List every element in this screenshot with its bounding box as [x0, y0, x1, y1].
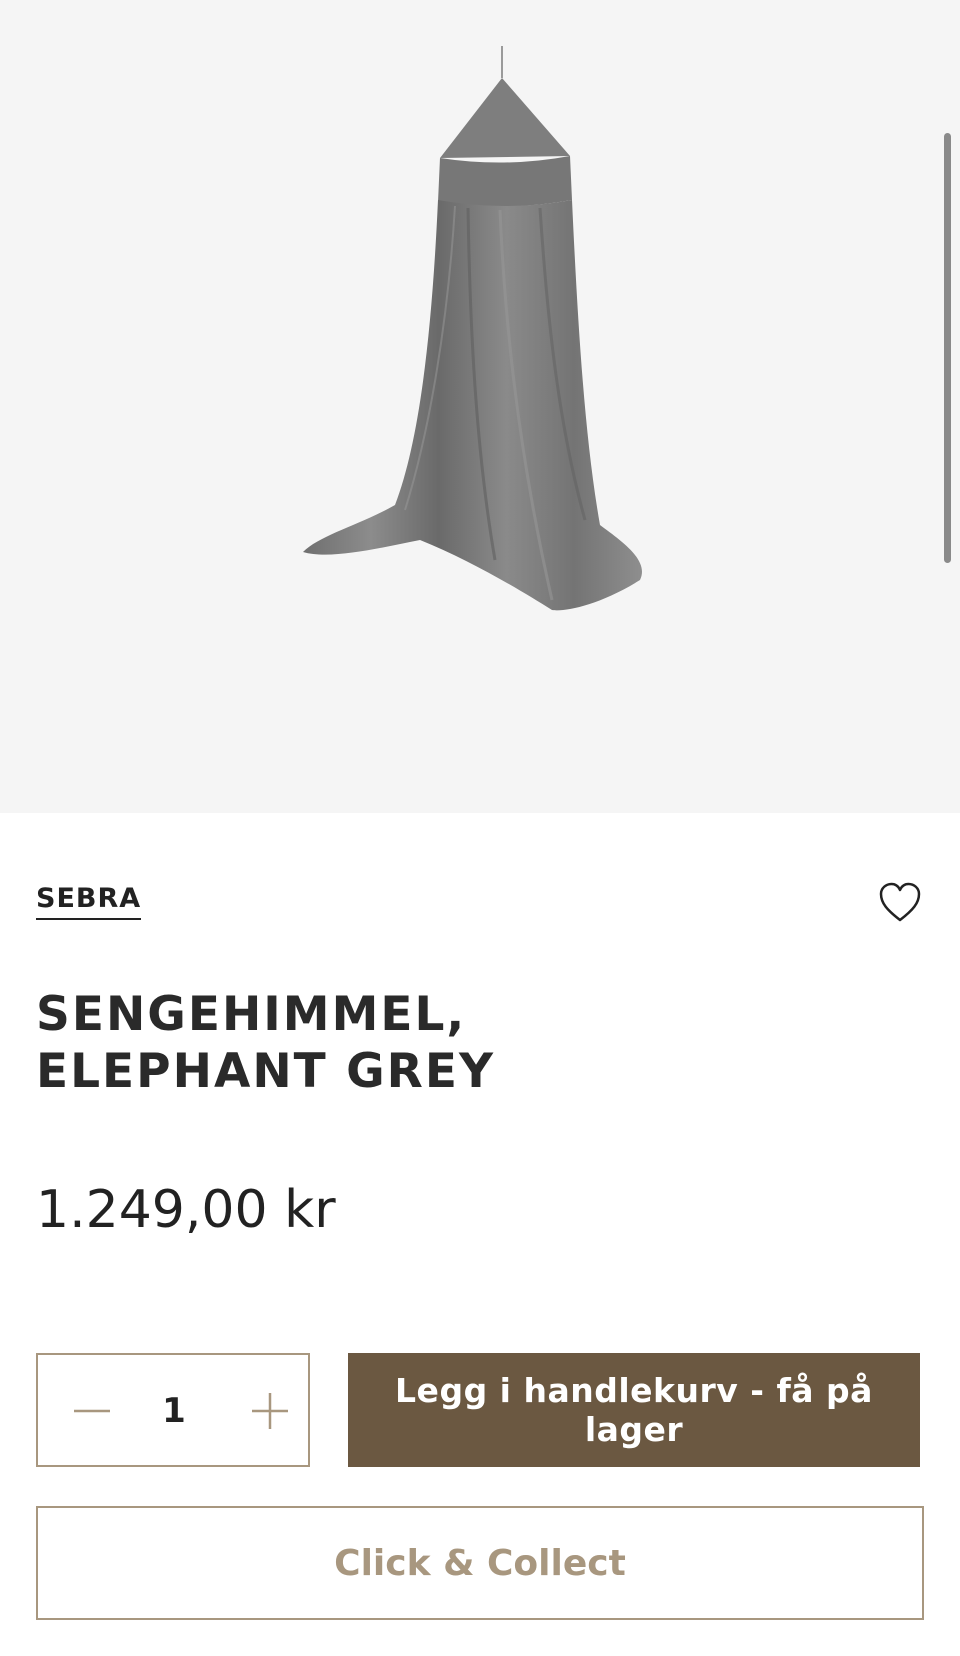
brand-link[interactable]: SEBRA: [36, 885, 142, 920]
product-title-line2: ELEPHANT GREY: [36, 1044, 495, 1099]
product-image-area[interactable]: [0, 0, 960, 813]
quantity-decrease-button[interactable]: [66, 1385, 118, 1437]
image-scrollbar[interactable]: [944, 133, 951, 563]
product-price: 1.249,00 kr: [36, 1180, 336, 1240]
quantity-increase-button[interactable]: [244, 1385, 296, 1437]
quantity-stepper: 1: [36, 1353, 310, 1467]
product-title: SENGEHIMMEL, ELEPHANT GREY: [36, 986, 836, 1100]
heart-icon: [879, 882, 921, 922]
bed-canopy-image: [303, 46, 642, 611]
favorite-button[interactable]: [877, 880, 923, 926]
plus-icon: [252, 1393, 288, 1429]
quantity-value[interactable]: 1: [138, 1391, 210, 1431]
product-title-line1: SENGEHIMMEL,: [36, 987, 467, 1042]
add-to-cart-button[interactable]: Legg i handlekurv - få på lager: [348, 1353, 920, 1467]
minus-icon: [74, 1409, 110, 1413]
click-collect-button[interactable]: Click & Collect: [36, 1506, 924, 1620]
